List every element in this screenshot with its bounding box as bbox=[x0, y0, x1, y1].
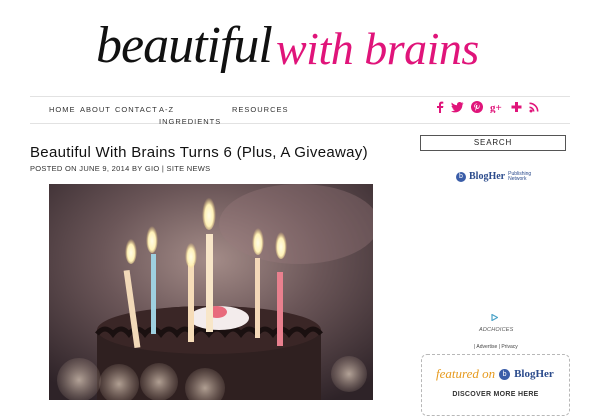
adchoices-icon[interactable] bbox=[491, 314, 498, 321]
blogher-icon: b bbox=[499, 368, 511, 380]
social-icons: g+ bbox=[436, 101, 540, 116]
svg-text:g+: g+ bbox=[490, 102, 502, 113]
blogher-sub: Publishing Network bbox=[508, 170, 532, 182]
adchoices-label[interactable]: ADCHOICES bbox=[479, 327, 514, 333]
post-meta: POSTED ON JUNE 9, 2014 BY GIO | SITE NEW… bbox=[30, 164, 210, 173]
nav-item-resources[interactable]: RESOURCES bbox=[232, 104, 289, 116]
rss-icon[interactable] bbox=[529, 101, 540, 116]
blogher-icon: b bbox=[456, 171, 466, 182]
logo-text-beautiful: beautiful bbox=[96, 17, 273, 74]
post-image-birthday-cake[interactable] bbox=[49, 184, 373, 400]
blogher-publishing-network-logo[interactable]: b BlogHer Publishing Network bbox=[456, 171, 536, 182]
google-plus-icon[interactable]: g+ bbox=[490, 101, 504, 116]
logo-text-with-brains: with brains bbox=[276, 23, 479, 74]
nav-item-a-z-ingredients[interactable]: A-Z INGREDIENTS bbox=[159, 104, 229, 128]
blogher-name: BlogHer bbox=[469, 171, 506, 182]
site-logo[interactable]: beautiful with brains bbox=[96, 14, 496, 86]
featured-on-blogher: featured on b BlogHer bbox=[436, 366, 554, 382]
post-title[interactable]: Beautiful With Brains Turns 6 (Plus, A G… bbox=[30, 144, 368, 161]
twitter-icon[interactable] bbox=[451, 101, 464, 116]
meta-prefix: POSTED ON bbox=[30, 164, 77, 173]
post-date[interactable]: JUNE 9, 2014 bbox=[79, 164, 129, 173]
featured-word: featured on bbox=[436, 366, 496, 381]
discover-more-link[interactable]: DISCOVER MORE HERE bbox=[422, 391, 569, 398]
pinterest-icon[interactable] bbox=[471, 101, 483, 116]
meta-separator: | bbox=[161, 164, 165, 173]
facebook-icon[interactable] bbox=[436, 101, 444, 116]
nav-item-about[interactable]: ABOUT bbox=[80, 104, 111, 116]
main-nav: HOME ABOUT CONTACT A-Z INGREDIENTS RESOU… bbox=[30, 96, 570, 126]
featured-name: BlogHer bbox=[514, 368, 554, 380]
featured-on-blogher-box[interactable]: featured on b BlogHer DISCOVER MORE HERE bbox=[421, 354, 570, 416]
nav-item-home[interactable]: HOME bbox=[49, 104, 76, 116]
nav-item-contact[interactable]: CONTACT bbox=[115, 104, 158, 116]
post-author[interactable]: GIO bbox=[145, 164, 160, 173]
search-button[interactable]: SEARCH bbox=[420, 135, 566, 151]
post-category[interactable]: SITE NEWS bbox=[167, 164, 211, 173]
bloglovin-icon[interactable] bbox=[511, 101, 522, 116]
ad-links[interactable]: | Advertise | Privacy bbox=[474, 344, 518, 350]
meta-by: BY bbox=[131, 164, 143, 173]
